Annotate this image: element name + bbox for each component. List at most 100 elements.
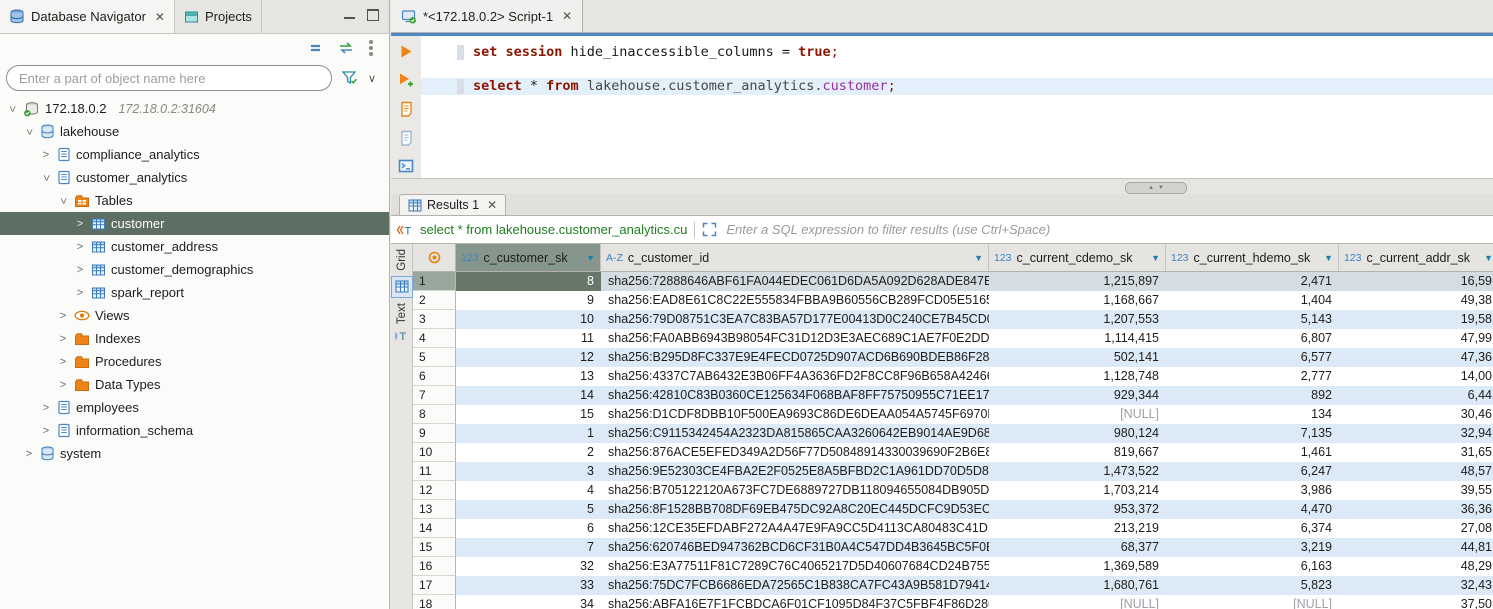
chevron-icon[interactable]: > xyxy=(40,402,52,414)
row-header[interactable]: 17 xyxy=(413,576,456,595)
cell-c-current-addr-sk[interactable]: 49,38 xyxy=(1339,291,1493,310)
cell-c-current-hdemo-sk[interactable]: 4,470 xyxy=(1166,500,1339,519)
cell-c-current-hdemo-sk[interactable]: 6,163 xyxy=(1166,557,1339,576)
tree-item-views[interactable]: >Views xyxy=(0,304,389,327)
cell-c-current-cdemo-sk[interactable]: 1,207,553 xyxy=(989,310,1166,329)
cell-c-current-addr-sk[interactable]: 36,36 xyxy=(1339,500,1493,519)
cell-c-customer-sk[interactable]: 6 xyxy=(456,519,601,538)
column-header-c-current-addr-sk[interactable]: 123c_current_addr_sk▼ xyxy=(1339,244,1493,271)
execute-new-tab-button[interactable] xyxy=(398,72,414,88)
row-header[interactable]: 16 xyxy=(413,557,456,576)
cell-c-customer-sk[interactable]: 3 xyxy=(456,462,601,481)
cell-c-current-hdemo-sk[interactable]: 134 xyxy=(1166,405,1339,424)
tab-script-1[interactable]: *<172.18.0.2> Script-1 ✕ xyxy=(391,0,583,32)
cell-c-customer-id[interactable]: sha256:D1CDF8DBB10F500EA9693C86DE6DEAA05… xyxy=(601,405,989,424)
cell-c-customer-sk[interactable]: 4 xyxy=(456,481,601,500)
row-header[interactable]: 9 xyxy=(413,424,456,443)
cell-c-current-hdemo-sk[interactable]: 6,807 xyxy=(1166,329,1339,348)
collapse-all-icon[interactable] xyxy=(309,41,323,55)
row-header[interactable]: 10 xyxy=(413,443,456,462)
row-header[interactable]: 12 xyxy=(413,481,456,500)
chevron-icon[interactable]: > xyxy=(57,310,69,322)
cell-c-current-cdemo-sk[interactable]: 929,344 xyxy=(989,386,1166,405)
chevron-icon[interactable]: > xyxy=(40,425,52,437)
column-header-c-current-hdemo-sk[interactable]: 123c_current_hdemo_sk▼ xyxy=(1166,244,1339,271)
cell-c-current-hdemo-sk[interactable]: 2,777 xyxy=(1166,367,1339,386)
cell-c-customer-id[interactable]: sha256:620746BED947362BCD6CF31B0A4C547DD… xyxy=(601,538,989,557)
cell-c-current-cdemo-sk[interactable]: 68,377 xyxy=(989,538,1166,557)
cell-c-customer-sk[interactable]: 9 xyxy=(456,291,601,310)
cell-c-current-addr-sk[interactable]: 47,36 xyxy=(1339,348,1493,367)
cell-c-current-cdemo-sk[interactable]: 1,369,589 xyxy=(989,557,1166,576)
sort-dropdown-icon[interactable]: ▼ xyxy=(968,253,983,263)
tree-item-indexes[interactable]: >Indexes xyxy=(0,327,389,350)
cell-c-current-hdemo-sk[interactable]: 7,135 xyxy=(1166,424,1339,443)
cell-c-current-addr-sk[interactable]: 30,46 xyxy=(1339,405,1493,424)
link-with-editor-icon[interactable] xyxy=(338,41,354,55)
chevron-icon[interactable]: > xyxy=(57,379,69,391)
cell-c-current-hdemo-sk[interactable]: 1,404 xyxy=(1166,291,1339,310)
tree-item-tables[interactable]: >Tables xyxy=(0,189,389,212)
chevron-icon[interactable]: > xyxy=(40,149,52,161)
cell-c-current-addr-sk[interactable]: 44,81 xyxy=(1339,538,1493,557)
cell-c-customer-id[interactable]: sha256:12CE35EFDABF272A4A47E9FA9CC5D4113… xyxy=(601,519,989,538)
chevron-icon[interactable]: > xyxy=(74,218,86,230)
tree-item-customer-address[interactable]: >customer_address xyxy=(0,235,389,258)
cell-c-current-hdemo-sk[interactable]: 3,986 xyxy=(1166,481,1339,500)
cell-c-current-addr-sk[interactable]: 31,65 xyxy=(1339,443,1493,462)
cell-c-current-addr-sk[interactable]: 27,08 xyxy=(1339,519,1493,538)
row-header[interactable]: 11 xyxy=(413,462,456,481)
chevron-icon[interactable]: > xyxy=(57,333,69,345)
search-options-chevron-icon[interactable]: ∨ xyxy=(368,72,376,85)
result-filter-input[interactable] xyxy=(724,221,1493,238)
view-menu-icon[interactable] xyxy=(369,46,373,50)
tree-item-172.18.0.2[interactable]: >172.18.0.2172.18.0.2:31604 xyxy=(0,97,389,120)
cell-c-current-cdemo-sk[interactable]: 980,124 xyxy=(989,424,1166,443)
chevron-icon[interactable]: > xyxy=(74,287,86,299)
cell-c-current-cdemo-sk[interactable]: 213,219 xyxy=(989,519,1166,538)
minimize-button[interactable] xyxy=(344,14,355,19)
cell-c-current-hdemo-sk[interactable]: 2,471 xyxy=(1166,272,1339,291)
cell-c-customer-id[interactable]: sha256:79D08751C3EA7C83BA57D177E00413D0C… xyxy=(601,310,989,329)
cell-c-current-hdemo-sk[interactable]: 5,143 xyxy=(1166,310,1339,329)
cell-c-current-cdemo-sk[interactable]: 1,680,761 xyxy=(989,576,1166,595)
object-search-input[interactable] xyxy=(6,65,332,91)
cell-c-customer-sk[interactable]: 2 xyxy=(456,443,601,462)
cell-c-current-cdemo-sk[interactable]: 1,114,415 xyxy=(989,329,1166,348)
execute-statement-button[interactable] xyxy=(399,44,413,59)
tree-item-data-types[interactable]: >Data Types xyxy=(0,373,389,396)
row-header[interactable]: 14 xyxy=(413,519,456,538)
cell-c-customer-sk[interactable]: 15 xyxy=(456,405,601,424)
tree-item-customer-demographics[interactable]: >customer_demographics xyxy=(0,258,389,281)
cell-c-customer-sk[interactable]: 10 xyxy=(456,310,601,329)
cell-c-current-cdemo-sk[interactable]: [NULL] xyxy=(989,405,1166,424)
tab-grid[interactable] xyxy=(391,276,413,298)
cell-c-customer-sk[interactable]: 1 xyxy=(456,424,601,443)
cell-c-current-hdemo-sk[interactable]: 3,219 xyxy=(1166,538,1339,557)
cell-c-customer-id[interactable]: sha256:C9115342454A2323DA815865CAA326064… xyxy=(601,424,989,443)
cell-c-customer-sk[interactable]: 33 xyxy=(456,576,601,595)
tree-item-information-schema[interactable]: >information_schema xyxy=(0,419,389,442)
tab-grid-label[interactable]: Grid xyxy=(396,249,408,271)
chevron-icon[interactable]: > xyxy=(40,172,52,184)
row-header[interactable]: 6 xyxy=(413,367,456,386)
cell-c-customer-id[interactable]: sha256:4337C7AB6432E3B06FF4A3636FD2F8CC8… xyxy=(601,367,989,386)
cell-c-customer-id[interactable]: sha256:8F1528BB708DF69EB475DC92A8C20EC44… xyxy=(601,500,989,519)
chevron-icon[interactable]: > xyxy=(57,195,69,207)
row-header[interactable]: 5 xyxy=(413,348,456,367)
row-header[interactable]: 18 xyxy=(413,595,456,609)
tree-item-spark-report[interactable]: >spark_report xyxy=(0,281,389,304)
cell-c-current-hdemo-sk[interactable]: 6,577 xyxy=(1166,348,1339,367)
cell-c-customer-sk[interactable]: 12 xyxy=(456,348,601,367)
cell-c-current-cdemo-sk[interactable]: 819,667 xyxy=(989,443,1166,462)
sort-dropdown-icon[interactable]: ▼ xyxy=(1145,253,1160,263)
code-line[interactable]: set session hide_inaccessible_columns = … xyxy=(421,44,1493,61)
row-header[interactable]: 8 xyxy=(413,405,456,424)
cell-c-current-cdemo-sk[interactable]: 502,141 xyxy=(989,348,1166,367)
tree-item-employees[interactable]: >employees xyxy=(0,396,389,419)
cell-c-customer-id[interactable]: sha256:E3A77511F81C7289C76C4065217D5D406… xyxy=(601,557,989,576)
maximize-button[interactable] xyxy=(367,9,379,21)
tree-item-compliance-analytics[interactable]: >compliance_analytics xyxy=(0,143,389,166)
row-header[interactable]: 1 xyxy=(413,272,456,291)
cell-c-current-addr-sk[interactable]: 32,94 xyxy=(1339,424,1493,443)
